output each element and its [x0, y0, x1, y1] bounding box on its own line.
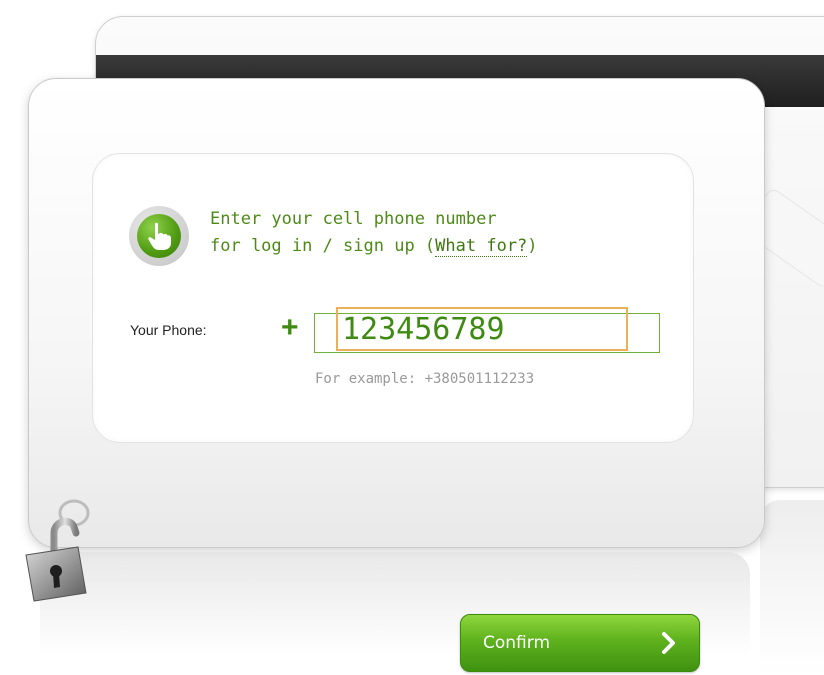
country-plus-sign: + — [281, 311, 299, 344]
hint-text: Enter your cell phone number for log in … — [210, 206, 630, 260]
hint-line-2: for log in / sign up (What for?) — [210, 233, 630, 260]
login-panel — [92, 153, 694, 443]
phone-label: Your Phone: — [130, 322, 207, 338]
hint-line-2-suffix: ) — [527, 236, 538, 256]
chevron-right-icon — [662, 632, 675, 654]
hint-line-1: Enter your cell phone number — [210, 209, 497, 229]
padlock-icon — [25, 499, 90, 602]
what-for-link[interactable]: What for? — [435, 236, 528, 257]
hand-glyph — [148, 222, 171, 250]
pointing-hand-icon — [129, 206, 189, 266]
hint-line-2-prefix: for log in / sign up ( — [210, 236, 436, 256]
confirm-label: Confirm — [483, 633, 551, 653]
phone-example-hint: For example: +380501112233 — [315, 371, 535, 387]
back-card-reflection — [760, 500, 824, 675]
phone-input[interactable] — [336, 307, 628, 351]
confirm-button[interactable]: Confirm — [460, 614, 700, 672]
